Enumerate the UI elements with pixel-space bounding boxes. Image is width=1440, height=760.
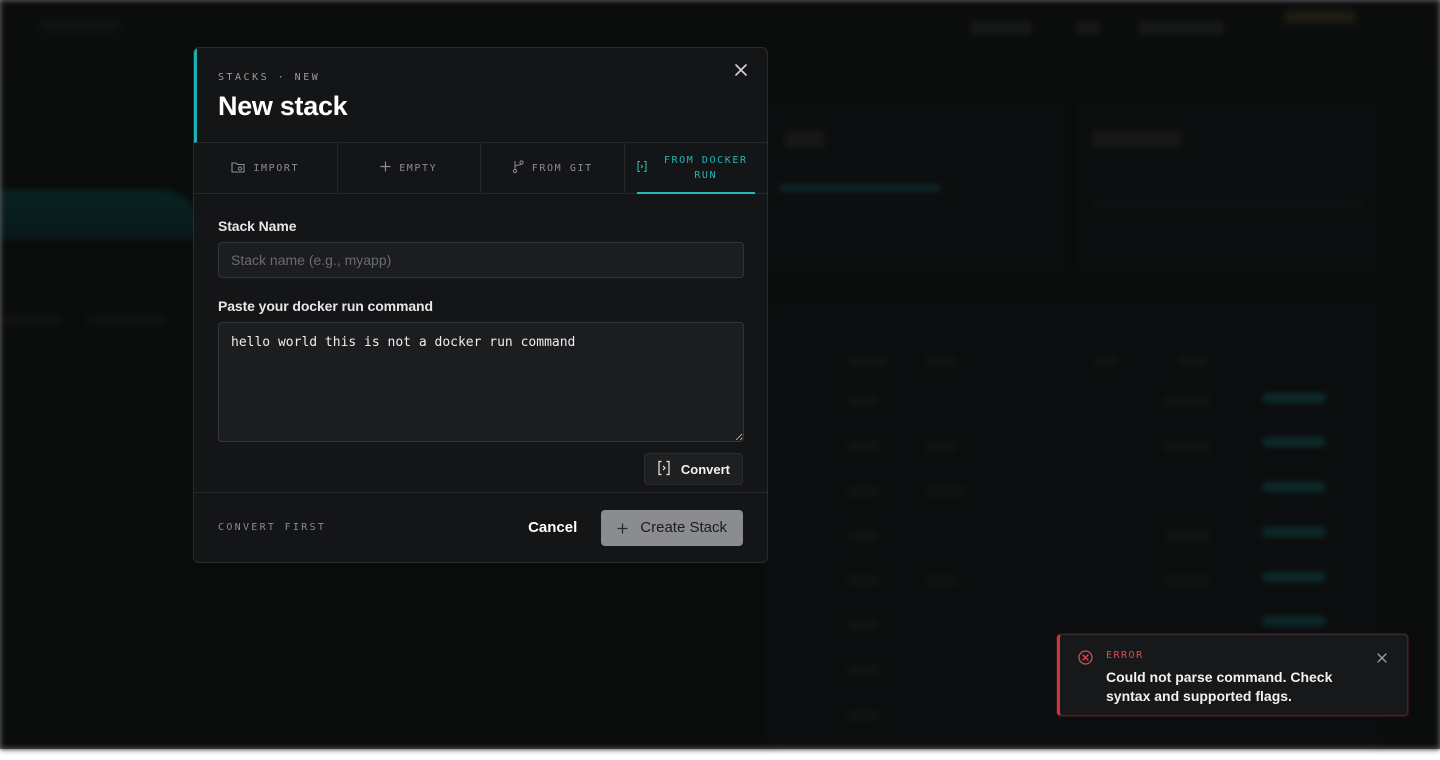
cancel-button[interactable]: Cancel — [528, 519, 577, 536]
command-label: Paste your docker run command — [218, 298, 433, 314]
toast-message: Could not parse command. Check syntax an… — [1106, 669, 1333, 704]
convert-icon — [657, 460, 671, 479]
tab-empty[interactable]: EMPTY — [338, 143, 481, 193]
new-stack-dialog: STACKS · NEW New stack IMPORT EMPTY FROM… — [193, 47, 768, 563]
tab-from-docker-run-label: FROM DOCKER RUN — [663, 155, 748, 181]
stack-name-input[interactable] — [218, 242, 744, 278]
git-branch-icon — [512, 160, 524, 176]
error-toast: ERROR Could not parse command. Check syn… — [1057, 634, 1408, 716]
docker-run-command-input[interactable] — [218, 322, 744, 442]
error-circle-icon — [1078, 650, 1093, 670]
toast-label: ERROR — [1106, 650, 1144, 661]
source-tabs: IMPORT EMPTY FROM GIT FROM DOCKER RUN — [194, 143, 767, 194]
create-stack-button[interactable]: Create Stack — [601, 509, 743, 546]
dialog-title: New stack — [218, 91, 348, 121]
stack-form: Stack Name Paste your docker run command… — [194, 194, 767, 485]
tab-from-docker-run[interactable]: FROM DOCKER RUN — [625, 143, 768, 194]
convert-button[interactable]: Convert — [643, 453, 743, 485]
create-stack-label: Create Stack — [640, 519, 727, 536]
close-icon[interactable] — [733, 64, 749, 80]
dialog-footer: CONVERT FIRST Cancel Create Stack — [194, 492, 767, 562]
tab-import-label: IMPORT — [253, 162, 300, 174]
convert-button-label: Convert — [680, 461, 730, 477]
breadcrumb: STACKS · NEW — [218, 72, 321, 83]
tab-from-git[interactable]: FROM GIT — [481, 143, 625, 193]
close-icon[interactable] — [1377, 651, 1387, 666]
folder-import-icon — [231, 161, 245, 176]
tab-empty-label: EMPTY — [399, 162, 438, 174]
plus-icon — [380, 161, 391, 175]
tab-import[interactable]: IMPORT — [194, 143, 338, 193]
footer-hint: CONVERT FIRST — [218, 522, 327, 533]
stack-name-label: Stack Name — [218, 218, 297, 234]
plus-icon — [617, 519, 628, 537]
tab-from-git-label: FROM GIT — [531, 162, 593, 174]
dialog-header: STACKS · NEW New stack — [194, 48, 767, 143]
convert-icon — [636, 160, 648, 176]
